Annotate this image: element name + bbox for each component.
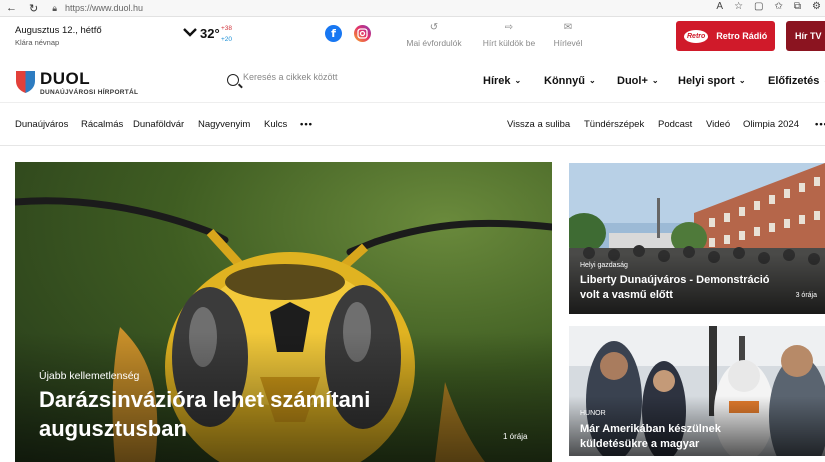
- facebook-icon[interactable]: f: [325, 25, 342, 42]
- nav-duol-plus[interactable]: Duol+ ⌄: [617, 75, 659, 87]
- address-bar[interactable]: 🔒︎ https://www.duol.hu: [52, 3, 143, 14]
- address-text[interactable]: https://www.duol.hu: [65, 3, 143, 13]
- read-aloud-icon[interactable]: A: [716, 1, 723, 12]
- browser-toolbar: ← ↻ 🔒︎ https://www.duol.hu A ☆ ▢ ✩ ⧉ ⚙: [0, 0, 825, 17]
- article-card-hunor[interactable]: HUNOR Már Amerikában készülnek küldetésü…: [569, 326, 825, 456]
- temperature: 32°: [200, 26, 220, 41]
- temp-max: +38: [221, 25, 233, 32]
- retro-radio-label: Retro Rádió: [716, 31, 768, 41]
- logo-shield-icon[interactable]: [15, 70, 36, 94]
- subnav-dunaujvaros[interactable]: Dunaújváros: [15, 119, 68, 130]
- site-header: DUOL DUNAÚJVÁROSI HÍRPORTÁL Hírek⌄ Könny…: [0, 62, 825, 103]
- subnav-nagyvenyim[interactable]: Nagyvenyim: [198, 119, 250, 130]
- subnav-racalmas[interactable]: Rácalmás: [81, 119, 123, 130]
- favorites-icon[interactable]: ✩: [775, 1, 783, 12]
- temp-min: +20: [221, 36, 233, 43]
- subnav-olimpia[interactable]: Olimpia 2024: [743, 119, 799, 130]
- newsletter-link[interactable]: ✉ Hírlevél: [533, 22, 603, 48]
- nav-hirek[interactable]: Hírek ⌄: [483, 75, 521, 87]
- subnav-kulcs[interactable]: Kulcs: [264, 119, 287, 130]
- subnav-more-left-icon[interactable]: •••: [300, 119, 313, 130]
- chevron-down-icon: ⌄: [514, 76, 522, 85]
- hero-tag: Újabb kellemetlenség: [39, 370, 140, 382]
- subnav-dunafoldvar[interactable]: Dunaföldvár: [133, 119, 184, 130]
- subnav-video[interactable]: Videó: [706, 119, 730, 130]
- sub-navigation: Dunaújváros Rácalmás Dunaföldvár Nagyven…: [0, 103, 825, 146]
- instagram-icon[interactable]: [354, 25, 371, 42]
- extensions-icon[interactable]: ⚙: [812, 1, 821, 12]
- chevron-down-icon: ⌄: [588, 76, 596, 85]
- lock-icon: 🔒︎: [52, 2, 58, 13]
- history-icon: ↺: [429, 22, 439, 33]
- subnav-podcast[interactable]: Podcast: [658, 119, 692, 130]
- subnav-more-right-icon[interactable]: •••: [815, 119, 825, 130]
- card-title[interactable]: Már Amerikában készülnek küldetésükre a …: [580, 422, 780, 452]
- weather-chevron-icon: [183, 28, 197, 37]
- nav-konnyu[interactable]: Könnyű ⌄: [544, 75, 596, 87]
- hero-article[interactable]: Újabb kellemetlenség Darázsinvázióra leh…: [15, 162, 552, 462]
- card-tag: HUNOR: [580, 410, 606, 417]
- collections-icon[interactable]: ⧉: [794, 1, 801, 12]
- subnav-tunderszepek[interactable]: Tündérszépek: [584, 119, 644, 130]
- mail-icon: ✉: [563, 22, 573, 33]
- subnav-vissza-a-suliba[interactable]: Vissza a suliba: [507, 119, 570, 130]
- retro-radio-logo: Retro: [684, 29, 709, 43]
- date-text: Augusztus 12., hétfő: [15, 25, 102, 36]
- article-card-liberty[interactable]: Helyi gazdaság Liberty Dunaújváros - Dem…: [569, 163, 825, 314]
- search-input[interactable]: [243, 72, 393, 82]
- search-icon[interactable]: [227, 74, 239, 86]
- card-time: 3 órája: [795, 292, 817, 299]
- retro-radio-button[interactable]: Retro Retro Rádió: [676, 21, 775, 51]
- site-logo[interactable]: DUOL: [40, 69, 90, 89]
- site-logo-subtitle: DUNAÚJVÁROSI HÍRPORTÁL: [40, 89, 139, 96]
- favorite-icon[interactable]: ☆: [734, 1, 743, 12]
- card-title[interactable]: Liberty Dunaújváros - Demonstráció volt …: [580, 273, 780, 303]
- reload-icon[interactable]: ↻: [29, 2, 38, 15]
- split-screen-icon[interactable]: ▢: [754, 1, 763, 12]
- chevron-down-icon: ⌄: [738, 76, 746, 85]
- nav-elofizetes[interactable]: Előfizetés⌄: [768, 75, 825, 87]
- top-bar: Augusztus 12., hétfő Klára névnap 32° +3…: [0, 17, 825, 62]
- nameday-text: Klára névnap: [15, 38, 60, 47]
- card-tag: Helyi gazdaság: [580, 262, 628, 269]
- hero-time: 1 órája: [503, 432, 528, 441]
- hir-tv-button[interactable]: Hír TV: [786, 21, 825, 51]
- chevron-down-icon: ⌄: [651, 76, 659, 85]
- nav-helyi-sport[interactable]: Helyi sport ⌄: [678, 75, 746, 87]
- back-icon[interactable]: ←: [6, 2, 17, 14]
- hero-title[interactable]: Darázsinvázióra lehet számítani augusztu…: [39, 385, 459, 443]
- anniversaries-link[interactable]: ↺ Mai évfordulók: [399, 22, 469, 48]
